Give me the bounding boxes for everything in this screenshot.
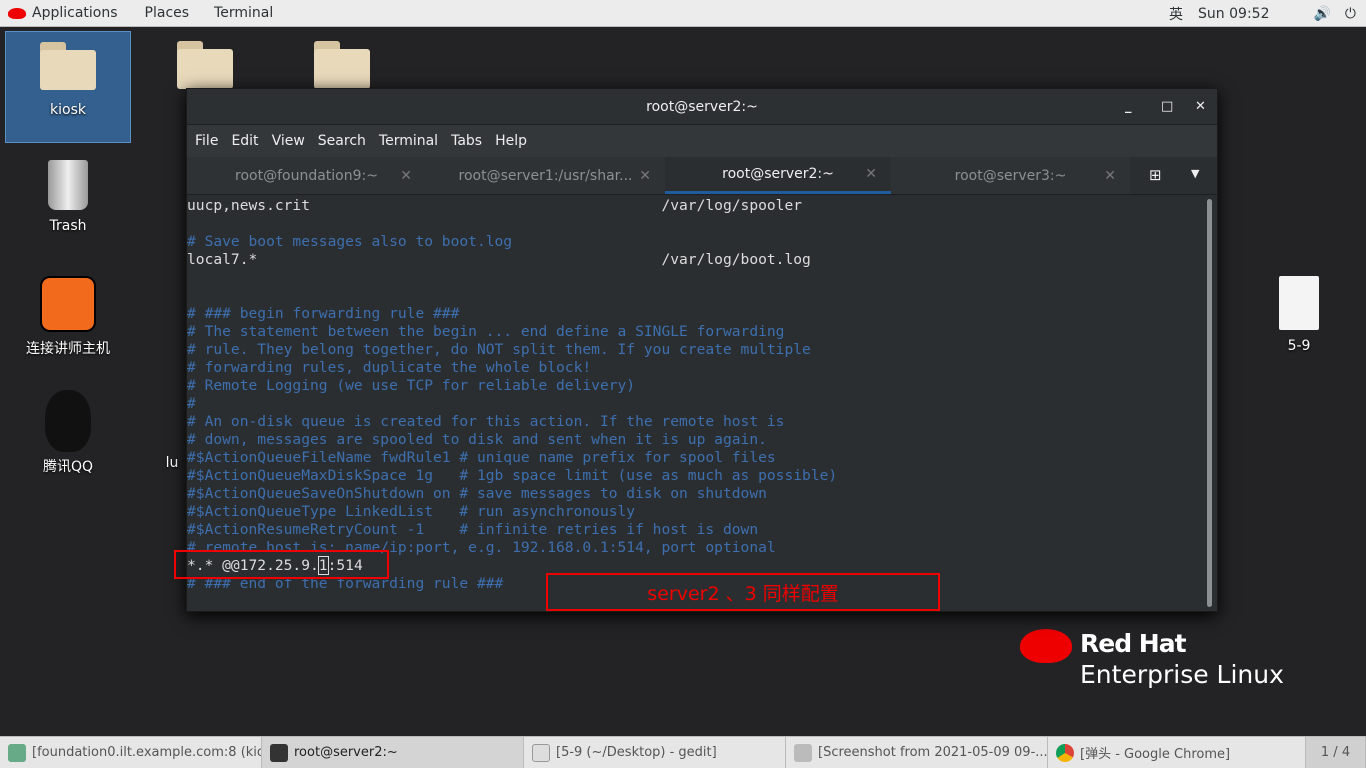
menu-search[interactable]: Search	[318, 133, 366, 149]
desktop-icon-kiosk[interactable]: kiosk	[5, 31, 131, 143]
task-gedit[interactable]: [5-9 (~/Desktop) - gedit]	[524, 737, 786, 768]
qq-penguin-icon	[45, 390, 91, 452]
terminal-window: root@server2:~ _ □ ✕ File Edit View Sear…	[186, 88, 1218, 612]
maximize-button[interactable]: □	[1161, 99, 1173, 114]
close-button[interactable]: ✕	[1195, 99, 1206, 114]
highlight-box-edit-line	[174, 550, 389, 579]
close-tab-icon[interactable]: ✕	[1104, 168, 1116, 184]
terminal-line: #$ActionQueueFileName fwdRule1 # unique …	[187, 449, 776, 466]
terminal-line: # forwarding rules, duplicate the whole …	[187, 359, 592, 376]
menu-view[interactable]: View	[272, 133, 305, 149]
desktop-icon-qq[interactable]: 腾讯QQ	[5, 390, 131, 476]
close-tab-icon[interactable]: ✕	[865, 166, 877, 182]
terminal-line: # ### begin forwarding rule ###	[187, 305, 460, 322]
close-tab-icon[interactable]: ✕	[639, 168, 651, 184]
menu-tabs[interactable]: Tabs	[451, 133, 482, 149]
redhat-icon	[8, 7, 26, 19]
terminal-line: # An on-disk queue is created for this a…	[187, 413, 785, 430]
menu-edit[interactable]: Edit	[231, 133, 258, 149]
tab-server2[interactable]: root@server2:~ ✕	[665, 157, 891, 194]
desktop-icon-5-9[interactable]: 5-9	[1236, 276, 1362, 354]
scrollbar[interactable]	[1207, 199, 1212, 607]
task-foundation0[interactable]: [foundation0.ilt.example.com:8 (kio...	[0, 737, 262, 768]
terminal-line: #	[187, 395, 196, 412]
workspace-pager[interactable]: 1 / 4	[1306, 737, 1366, 768]
folder-icon[interactable]	[307, 41, 377, 89]
tab-foundation9[interactable]: root@foundation9:~ ✕	[187, 157, 426, 194]
folder-icon[interactable]	[170, 41, 240, 89]
terminal-line: # Remote Logging (we use TCP for reliabl…	[187, 377, 636, 394]
terminal-line: #$ActionQueueSaveOnShutdown on # save me…	[187, 485, 767, 502]
window-title: root@server2:~	[646, 98, 758, 115]
minimize-button[interactable]: _	[1125, 99, 1132, 114]
annotation-text: server2 、3 同样配置	[647, 582, 839, 605]
text-file-icon	[1279, 276, 1319, 330]
terminal-line: # down, messages are spooled to disk and…	[187, 431, 767, 448]
places-menu[interactable]: Places	[145, 5, 190, 21]
applications-menu[interactable]: Applications	[32, 5, 118, 21]
menu-help[interactable]: Help	[495, 133, 527, 149]
top-bar: Applications Places Terminal 英 Sun 09:52…	[0, 0, 1366, 27]
menu-file[interactable]: File	[195, 133, 218, 149]
terminal-line: # Save boot messages also to boot.log	[187, 233, 513, 250]
task-screenshot[interactable]: [Screenshot from 2021-05-09 09-...	[786, 737, 1048, 768]
power-icon[interactable]: ⏻	[1345, 6, 1356, 22]
image-viewer-icon	[794, 743, 812, 762]
terminal-icon	[270, 743, 288, 762]
task-terminal[interactable]: root@server2:~	[262, 737, 524, 768]
close-tab-icon[interactable]: ✕	[400, 168, 412, 184]
taskbar: [foundation0.ilt.example.com:8 (kio... r…	[0, 736, 1366, 768]
chrome-icon	[1056, 743, 1074, 762]
desktop-icon-trash[interactable]: Trash	[5, 160, 131, 234]
home-folder-icon	[40, 42, 96, 90]
terminal-line: local7.* /var/log/boot.log	[187, 251, 811, 268]
tab-bar: root@foundation9:~ ✕ root@server1:/usr/sh…	[187, 157, 1217, 195]
terminal-line: uucp,news.crit /var/log/spooler	[187, 197, 803, 214]
terminal-line: # The statement between the begin ... en…	[187, 323, 785, 340]
terminal-line: #$ActionQueueType LinkedList # run async…	[187, 503, 636, 520]
tab-server1[interactable]: root@server1:/usr/shar... ✕	[426, 157, 665, 194]
terminal-line: #$ActionQueueMaxDiskSpace 1g # 1gb space…	[187, 467, 838, 484]
menubar: File Edit View Search Terminal Tabs Help	[187, 125, 1217, 157]
desktop-icon-connect-teacher[interactable]: 连接讲师主机	[5, 276, 131, 358]
terminal-line: #$ActionResumeRetryCount -1 # infinite r…	[187, 521, 759, 538]
terminal-content[interactable]: uucp,news.crit /var/log/spooler # Save bo…	[187, 196, 1207, 610]
tab-server3[interactable]: root@server3:~ ✕	[891, 157, 1130, 194]
volume-icon[interactable]: 🔊	[1313, 6, 1330, 22]
menu-terminal[interactable]: Terminal	[379, 133, 438, 149]
tabs-dropdown-icon[interactable]: ▼	[1191, 167, 1199, 180]
terminal-line: # rule. They belong together, do NOT spl…	[187, 341, 811, 358]
task-chrome[interactable]: [弹头 - Google Chrome]	[1048, 737, 1306, 768]
annotation-box: server2 、3 同样配置	[546, 573, 940, 611]
clock[interactable]: Sun 09:52	[1198, 6, 1269, 22]
gedit-icon	[532, 743, 550, 762]
window-titlebar[interactable]: root@server2:~ _ □ ✕	[187, 89, 1217, 125]
input-method[interactable]: 英	[1169, 4, 1183, 24]
terminal-menu[interactable]: Terminal	[214, 5, 273, 21]
tiger-vnc-icon	[40, 276, 96, 332]
vnc-icon	[8, 743, 26, 762]
trash-icon	[48, 160, 88, 210]
new-tab-icon[interactable]: ⊞	[1149, 166, 1162, 184]
